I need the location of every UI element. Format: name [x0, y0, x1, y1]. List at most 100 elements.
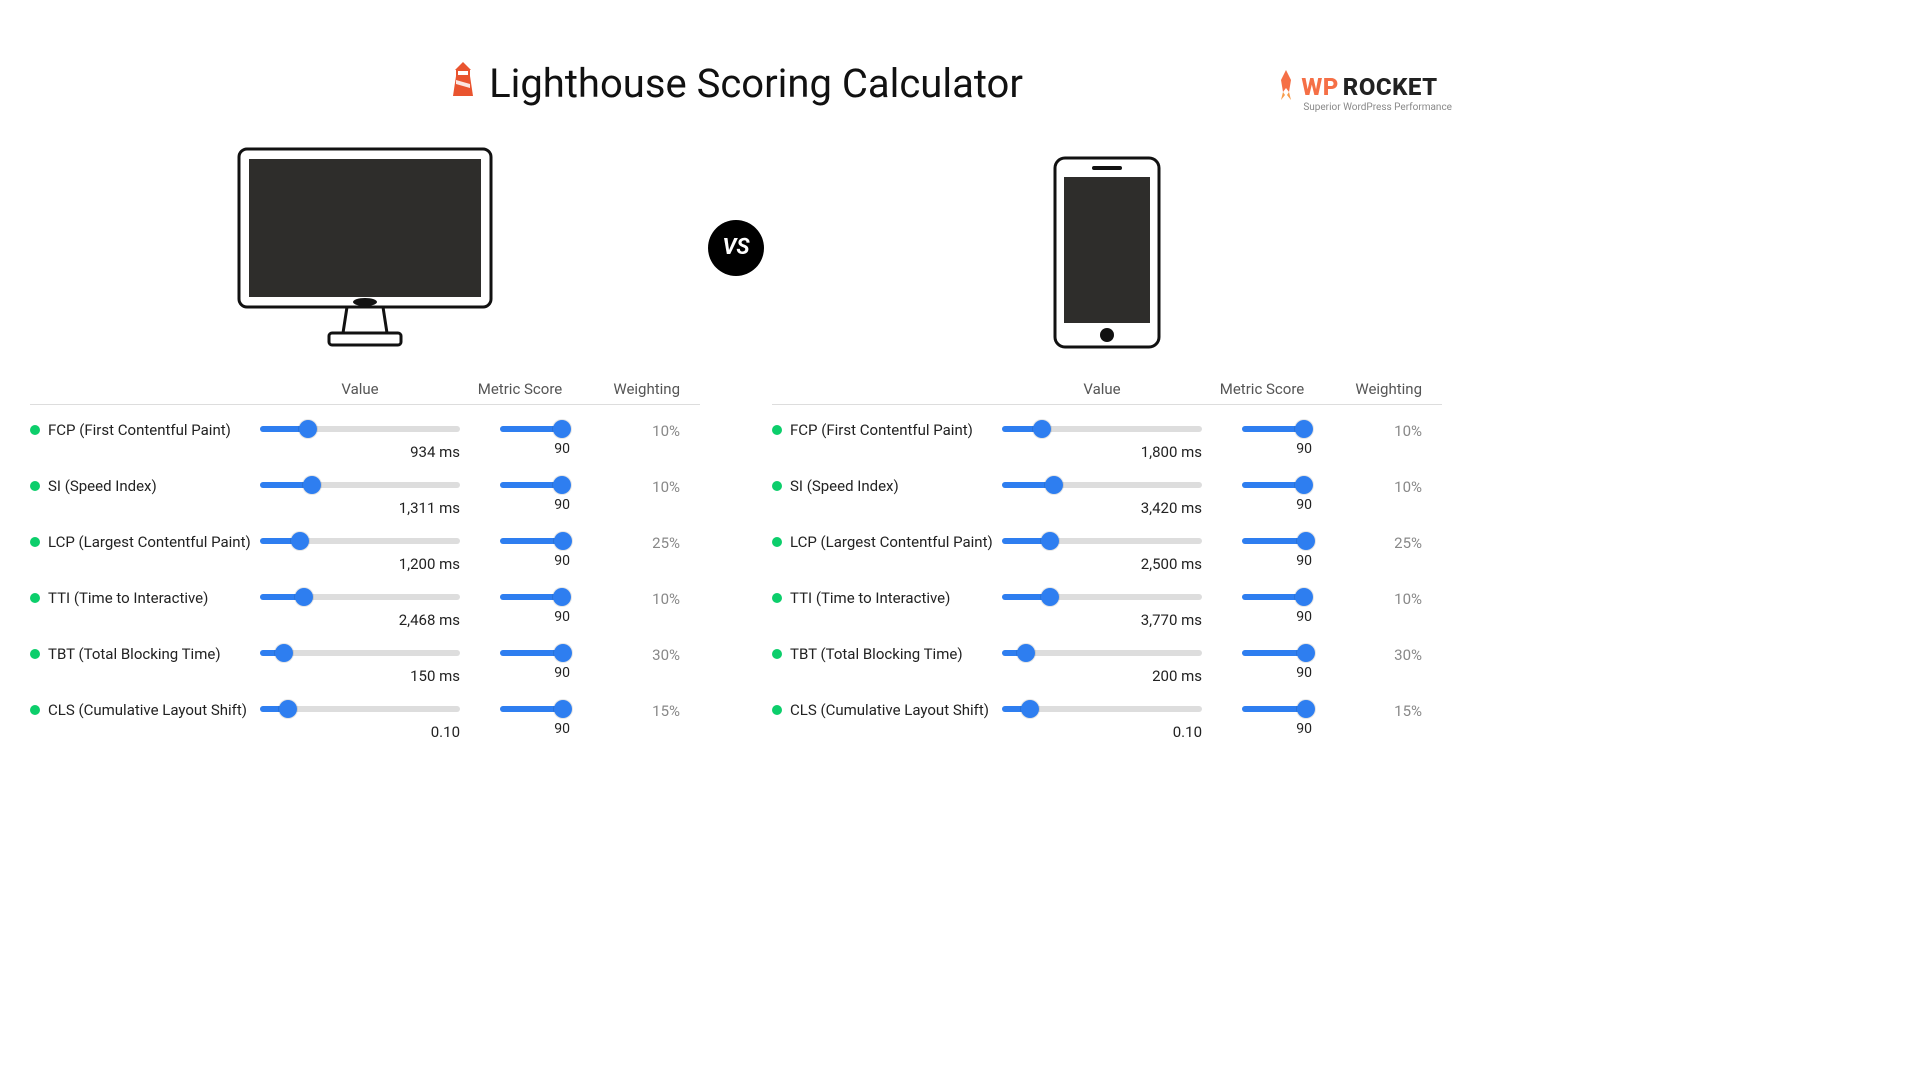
score-slider[interactable]	[1242, 645, 1312, 661]
metric-value: 3,770 ms	[1002, 611, 1202, 629]
metric-row: CLS (Cumulative Layout Shift)0.109015%	[772, 695, 1442, 751]
score-slider[interactable]	[1242, 589, 1312, 605]
header-weight: Weighting	[580, 380, 680, 398]
score-slider[interactable]	[500, 533, 570, 549]
metric-weight: 10%	[1322, 589, 1422, 608]
desktop-metrics: FCP (First Contentful Paint)934 ms9010%S…	[30, 415, 700, 751]
value-slider[interactable]	[1002, 701, 1202, 717]
value-slider[interactable]	[260, 589, 460, 605]
metric-score: 90	[500, 609, 570, 625]
metric-value: 2,500 ms	[1002, 555, 1202, 573]
metric-score: 90	[1242, 665, 1312, 681]
score-slider[interactable]	[1242, 533, 1312, 549]
value-slider[interactable]	[1002, 589, 1202, 605]
metric-label: CLS (Cumulative Layout Shift)	[790, 701, 989, 719]
metric-name: CLS (Cumulative Layout Shift)	[30, 701, 260, 719]
metric-weight: 10%	[580, 421, 680, 440]
metric-row: LCP (Largest Contentful Paint)2,500 ms90…	[772, 527, 1442, 583]
metric-score: 90	[500, 497, 570, 513]
metric-score: 90	[500, 721, 570, 737]
score-slider[interactable]	[500, 421, 570, 437]
metric-name: TBT (Total Blocking Time)	[30, 645, 260, 663]
score-slider[interactable]	[500, 589, 570, 605]
metric-value: 934 ms	[260, 443, 460, 461]
status-dot-icon	[772, 537, 782, 547]
metric-label: SI (Speed Index)	[48, 477, 157, 495]
metric-score: 90	[500, 553, 570, 569]
metric-row: FCP (First Contentful Paint)934 ms9010%	[30, 415, 700, 471]
metric-value: 150 ms	[260, 667, 460, 685]
value-slider[interactable]	[260, 477, 460, 493]
mobile-device-icon	[772, 140, 1442, 350]
metric-score: 90	[1242, 721, 1312, 737]
page-title: Lighthouse Scoring Calculator	[0, 60, 1472, 110]
value-slider[interactable]	[1002, 533, 1202, 549]
table-headers: Value Metric Score Weighting	[772, 380, 1442, 405]
score-slider[interactable]	[500, 645, 570, 661]
metric-label: LCP (Largest Contentful Paint)	[790, 533, 993, 551]
value-slider[interactable]	[1002, 645, 1202, 661]
metric-weight: 30%	[1322, 645, 1422, 664]
value-slider[interactable]	[1002, 421, 1202, 437]
header-value: Value	[1002, 380, 1202, 398]
mobile-column: Value Metric Score Weighting FCP (First …	[772, 140, 1442, 751]
status-dot-icon	[30, 537, 40, 547]
value-slider[interactable]	[1002, 477, 1202, 493]
metric-score: 90	[500, 665, 570, 681]
status-dot-icon	[30, 425, 40, 435]
metric-row: LCP (Largest Contentful Paint)1,200 ms90…	[30, 527, 700, 583]
value-slider[interactable]	[260, 421, 460, 437]
metric-value: 200 ms	[1002, 667, 1202, 685]
metric-label: TBT (Total Blocking Time)	[790, 645, 963, 663]
status-dot-icon	[30, 705, 40, 715]
metric-name: TTI (Time to Interactive)	[30, 589, 260, 607]
metric-row: SI (Speed Index) 1,311 ms 90 10%	[30, 471, 700, 527]
value-slider[interactable]	[260, 701, 460, 717]
header-score: Metric Score	[1202, 380, 1322, 398]
metric-value: 1,311 ms	[260, 499, 460, 517]
brand-wp: WP	[1301, 73, 1338, 101]
metric-name: TTI (Time to Interactive)	[772, 589, 1002, 607]
score-slider[interactable]	[1242, 701, 1312, 717]
metric-score: 90	[1242, 441, 1312, 457]
metric-label: FCP (First Contentful Paint)	[48, 421, 231, 439]
metric-label: SI (Speed Index)	[790, 477, 899, 495]
status-dot-icon	[772, 649, 782, 659]
status-dot-icon	[772, 593, 782, 603]
score-slider[interactable]	[500, 701, 570, 717]
metric-weight: 25%	[1322, 533, 1422, 552]
metric-value: 0.10	[1002, 723, 1202, 741]
value-slider[interactable]	[260, 533, 460, 549]
value-slider[interactable]	[260, 645, 460, 661]
metric-name: FCP (First Contentful Paint)	[30, 421, 260, 439]
metric-name: SI (Speed Index)	[30, 477, 260, 495]
metric-weight: 10%	[580, 477, 680, 496]
metric-name: LCP (Largest Contentful Paint)	[30, 533, 260, 551]
metric-label: CLS (Cumulative Layout Shift)	[48, 701, 247, 719]
score-slider[interactable]	[1242, 421, 1312, 437]
desktop-column: Value Metric Score Weighting FCP (First …	[30, 140, 700, 751]
metric-row: TBT (Total Blocking Time)150 ms9030%	[30, 639, 700, 695]
metric-label: FCP (First Contentful Paint)	[790, 421, 973, 439]
metric-label: TTI (Time to Interactive)	[48, 589, 208, 607]
metric-row: SI (Speed Index)3,420 ms9010%	[772, 471, 1442, 527]
metric-weight: 15%	[580, 701, 680, 720]
metric-score: 90	[1242, 609, 1312, 625]
metric-name: LCP (Largest Contentful Paint)	[772, 533, 1002, 551]
metric-weight: 10%	[1322, 421, 1422, 440]
metric-row: TTI (Time to Interactive)2,468 ms9010%	[30, 583, 700, 639]
score-slider[interactable]	[500, 477, 570, 493]
status-dot-icon	[30, 649, 40, 659]
brand-logo: WPROCKET Superior WordPress Performance	[1275, 70, 1452, 113]
metric-value: 2,468 ms	[260, 611, 460, 629]
metric-row: FCP (First Contentful Paint) 1,800 ms 90 10…	[772, 415, 1442, 471]
metric-weight: 10%	[1322, 477, 1422, 496]
metric-row: TTI (Time to Interactive)3,770 ms 90 10%	[772, 583, 1442, 639]
status-dot-icon	[772, 481, 782, 491]
score-slider[interactable]	[1242, 477, 1312, 493]
status-dot-icon	[30, 593, 40, 603]
vs-badge: VS	[708, 220, 764, 276]
metric-name: SI (Speed Index)	[772, 477, 1002, 495]
metric-value: 1,800 ms	[1002, 443, 1202, 461]
header-weight: Weighting	[1322, 380, 1422, 398]
